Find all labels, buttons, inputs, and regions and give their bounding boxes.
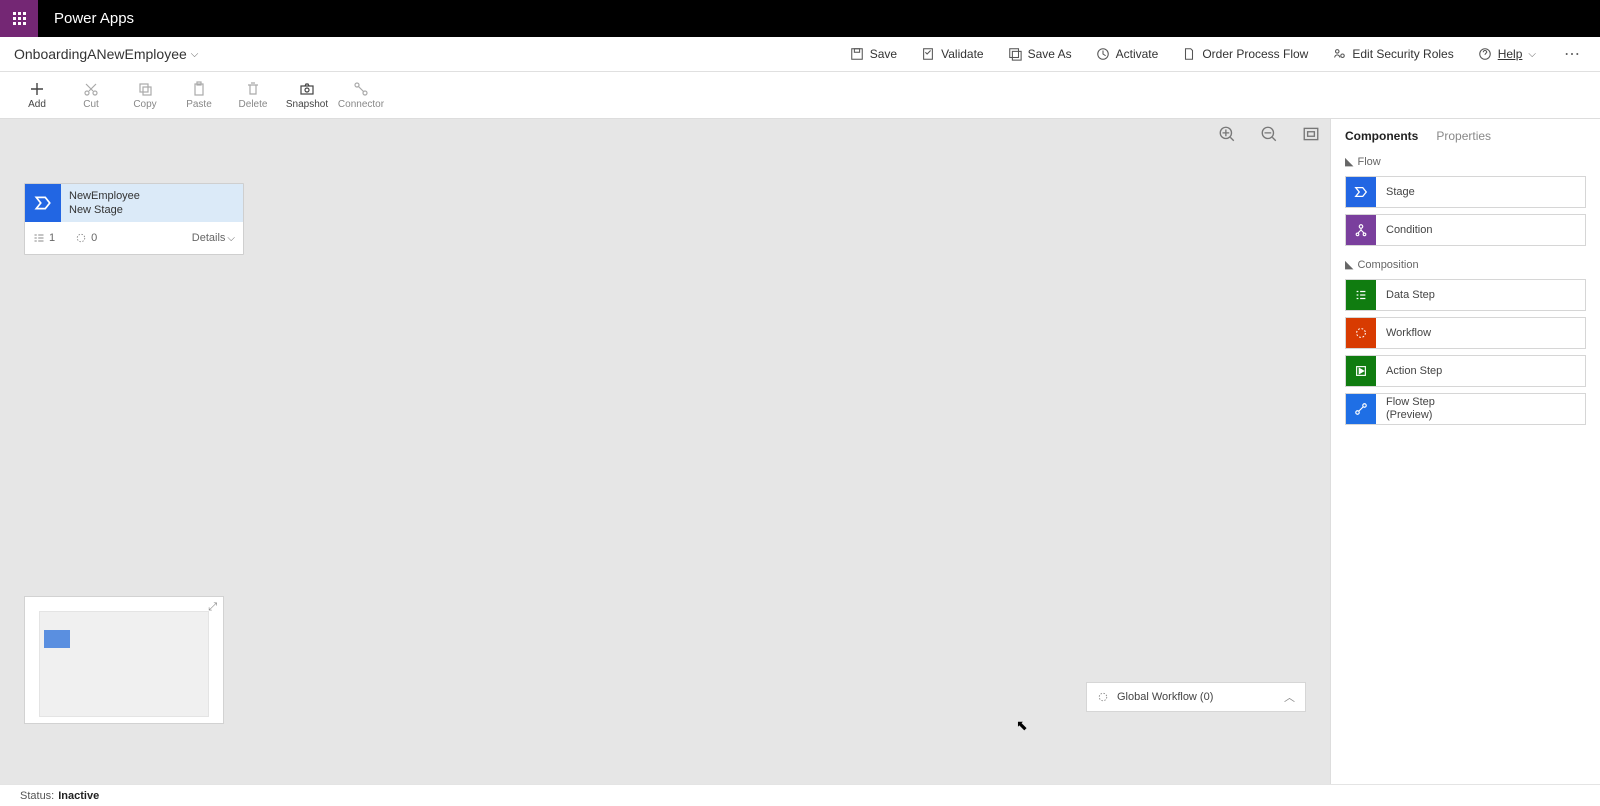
component-workflow[interactable]: Workflow [1345, 317, 1586, 349]
connector-button[interactable]: Connector [334, 72, 388, 118]
help-icon [1478, 47, 1492, 61]
flow-name-dropdown[interactable]: OnboardingANewEmployee ⌵ [14, 46, 198, 62]
stage-icon [25, 184, 61, 222]
toolbar: Add Cut Copy Paste Delete Snapshot Conne… [0, 72, 1600, 119]
connector-icon [353, 81, 369, 97]
minimap-viewport [39, 611, 209, 717]
stage-name-label: New Stage [69, 203, 140, 217]
status-value: Inactive [58, 790, 99, 802]
condition-icon [1346, 215, 1376, 245]
help-button[interactable]: Help ⌵ [1478, 47, 1536, 61]
save-icon [850, 47, 864, 61]
order-process-flow-button[interactable]: Order Process Flow [1182, 47, 1308, 61]
collapse-icon: ◣ [1345, 155, 1353, 168]
copy-button[interactable]: Copy [118, 72, 172, 118]
stage-entity-label: NewEmployee [69, 189, 140, 203]
zoom-controls [1218, 125, 1320, 143]
add-button[interactable]: Add [10, 72, 64, 118]
chevron-down-icon: ⌵ [191, 49, 199, 60]
chevron-down-icon: ⌵ [227, 233, 235, 244]
edit-security-roles-button[interactable]: Edit Security Roles [1332, 47, 1453, 61]
save-as-button[interactable]: Save As [1008, 47, 1072, 61]
flow-name-label: OnboardingANewEmployee [14, 46, 187, 62]
snapshot-button[interactable]: Snapshot [280, 72, 334, 118]
paste-icon [191, 81, 207, 97]
scissors-icon [83, 81, 99, 97]
plus-icon [29, 81, 45, 97]
component-flow-step[interactable]: Flow Step (Preview) [1345, 393, 1586, 425]
tab-components[interactable]: Components [1345, 129, 1418, 149]
status-bar: Status: Inactive [0, 784, 1600, 806]
save-as-icon [1008, 47, 1022, 61]
command-bar: OnboardingANewEmployee ⌵ Save Validate S… [0, 37, 1600, 72]
zoom-in-button[interactable] [1218, 125, 1236, 143]
action-step-icon [1346, 356, 1376, 386]
tab-properties[interactable]: Properties [1436, 129, 1491, 149]
waffle-icon [13, 12, 26, 25]
component-data-step[interactable]: Data Step [1345, 279, 1586, 311]
app-launcher-button[interactable] [0, 0, 38, 37]
data-step-icon [1346, 280, 1376, 310]
paste-button[interactable]: Paste [172, 72, 226, 118]
details-toggle[interactable]: Details ⌵ [192, 232, 235, 244]
stage-card[interactable]: NewEmployee New Stage 1 0 Details ⌵ [24, 183, 244, 255]
stage-header: NewEmployee New Stage [25, 184, 243, 222]
component-stage[interactable]: Stage [1345, 176, 1586, 208]
flow-step-icon [1346, 394, 1376, 424]
trash-icon [245, 81, 261, 97]
activate-button[interactable]: Activate [1096, 47, 1159, 61]
component-action-step[interactable]: Action Step [1345, 355, 1586, 387]
validate-icon [921, 47, 935, 61]
stage-footer: 1 0 Details ⌵ [25, 222, 243, 254]
fit-to-screen-button[interactable] [1302, 125, 1320, 143]
workflow-icon [1346, 318, 1376, 348]
top-bar: Power Apps [0, 0, 1600, 37]
global-workflow-label: Global Workflow (0) [1117, 691, 1213, 703]
right-panel: Components Properties ◣ Flow Stage Condi… [1330, 119, 1600, 784]
zoom-out-button[interactable] [1260, 125, 1278, 143]
validate-button[interactable]: Validate [921, 47, 983, 61]
minimap-stage-icon [44, 630, 70, 648]
delete-button[interactable]: Delete [226, 72, 280, 118]
component-condition[interactable]: Condition [1345, 214, 1586, 246]
stage-icon [1346, 177, 1376, 207]
group-composition[interactable]: ◣ Composition [1331, 252, 1600, 273]
workflow-icon [1097, 691, 1109, 703]
steps-count-icon: 1 [33, 232, 55, 244]
security-icon [1332, 47, 1346, 61]
more-options-button[interactable]: ⋯ [1560, 44, 1586, 64]
activate-icon [1096, 47, 1110, 61]
copy-icon [137, 81, 153, 97]
minimap[interactable]: ⤢ [24, 596, 224, 724]
global-workflow-bar[interactable]: Global Workflow (0) ︿ [1086, 682, 1306, 712]
chevron-down-icon: ⌵ [1528, 49, 1536, 60]
camera-icon [299, 81, 315, 97]
cut-button[interactable]: Cut [64, 72, 118, 118]
app-name: Power Apps [38, 0, 150, 37]
document-icon [1182, 47, 1196, 61]
chevron-up-icon: ︿ [1284, 689, 1295, 705]
cursor-icon: ⬉ [1016, 717, 1028, 734]
group-flow[interactable]: ◣ Flow [1331, 149, 1600, 170]
canvas[interactable]: NewEmployee New Stage 1 0 Details ⌵ ⤢ [0, 119, 1330, 784]
workflow-count-icon: 0 [75, 232, 97, 244]
save-button[interactable]: Save [850, 47, 897, 61]
status-label: Status: [20, 790, 54, 802]
collapse-icon: ◣ [1345, 258, 1353, 271]
minimap-expand-icon[interactable]: ⤢ [208, 601, 217, 614]
